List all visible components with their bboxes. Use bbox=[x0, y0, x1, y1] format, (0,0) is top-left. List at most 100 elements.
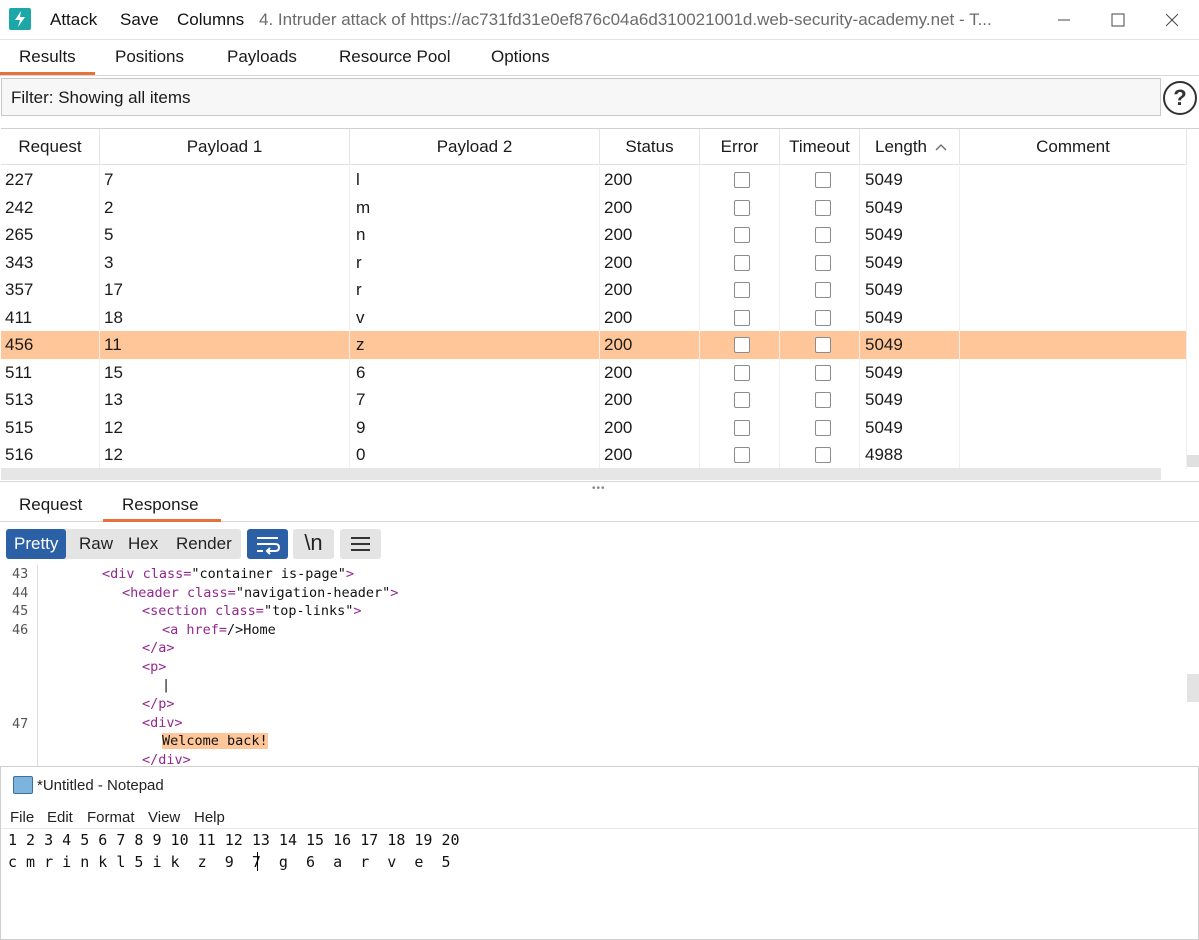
cell-p1: 17 bbox=[100, 276, 350, 304]
table-row[interactable]: 242 2 m 200 5049 bbox=[1, 193, 1187, 221]
cell-length: 5049 bbox=[860, 358, 960, 386]
timeout-checkbox[interactable] bbox=[815, 172, 831, 188]
cell-status: 200 bbox=[600, 166, 700, 194]
column-header-timeout[interactable]: Timeout bbox=[780, 129, 860, 165]
view-pretty-button[interactable]: Pretty bbox=[6, 529, 67, 559]
table-row[interactable]: 265 5 n 200 5049 bbox=[1, 221, 1187, 249]
table-row[interactable]: 515 12 9 200 5049 bbox=[1, 413, 1187, 441]
cell-p2: m bbox=[350, 193, 600, 221]
cell-request: 357 bbox=[1, 276, 100, 304]
code-token: <div bbox=[102, 566, 135, 582]
cell-length: 5049 bbox=[860, 331, 960, 359]
tab-payloads[interactable]: Payloads bbox=[227, 47, 297, 67]
cell-comment bbox=[960, 303, 1187, 331]
error-checkbox[interactable] bbox=[734, 309, 750, 326]
code-token: />Home bbox=[227, 622, 276, 638]
error-checkbox[interactable] bbox=[734, 447, 750, 463]
notepad-menu-format[interactable]: Format bbox=[87, 809, 135, 826]
menu-icon[interactable] bbox=[340, 529, 381, 559]
vertical-scrollbar[interactable] bbox=[1187, 455, 1199, 467]
tab-request[interactable]: Request bbox=[19, 495, 82, 515]
notepad-menu-help[interactable]: Help bbox=[194, 809, 225, 826]
timeout-checkbox[interactable] bbox=[815, 309, 831, 326]
table-row[interactable]: 357 17 r 200 5049 bbox=[1, 276, 1187, 304]
tab-response[interactable]: Response bbox=[122, 495, 199, 515]
minimize-button[interactable] bbox=[1044, 6, 1084, 34]
code-vertical-scrollbar[interactable] bbox=[1187, 674, 1199, 702]
error-checkbox[interactable] bbox=[734, 364, 750, 381]
table-row[interactable]: 511 15 6 200 5049 bbox=[1, 358, 1187, 386]
tab-positions[interactable]: Positions bbox=[115, 47, 184, 67]
filter-bar[interactable]: Filter: Showing all items bbox=[1, 78, 1161, 116]
column-header-error[interactable]: Error bbox=[700, 129, 780, 165]
maximize-button[interactable] bbox=[1098, 6, 1138, 34]
error-checkbox[interactable] bbox=[734, 392, 750, 408]
timeout-checkbox[interactable] bbox=[815, 392, 831, 408]
tab-results[interactable]: Results bbox=[19, 47, 76, 67]
error-checkbox[interactable] bbox=[734, 337, 750, 353]
notepad-menu-edit[interactable]: Edit bbox=[47, 809, 73, 826]
timeout-checkbox[interactable] bbox=[815, 227, 831, 243]
timeout-checkbox[interactable] bbox=[815, 447, 831, 463]
error-checkbox[interactable] bbox=[734, 172, 750, 188]
error-checkbox[interactable] bbox=[734, 419, 750, 436]
table-row[interactable]: 456 11 z 200 5049 bbox=[1, 331, 1187, 359]
cell-p2: r bbox=[350, 248, 600, 276]
timeout-checkbox[interactable] bbox=[815, 419, 831, 436]
cell-status: 200 bbox=[600, 248, 700, 276]
column-header-status[interactable]: Status bbox=[600, 129, 700, 165]
active-subtab-indicator bbox=[103, 519, 221, 522]
table-row[interactable]: 516 12 0 200 4988 bbox=[1, 441, 1187, 469]
cell-comment bbox=[960, 441, 1187, 469]
table-row[interactable]: 227 7 l 200 5049 bbox=[1, 166, 1187, 194]
column-header-payload-2[interactable]: Payload 2 bbox=[350, 129, 600, 165]
cell-timeout bbox=[780, 166, 860, 194]
timeout-checkbox[interactable] bbox=[815, 337, 831, 353]
help-icon[interactable]: ? bbox=[1163, 81, 1197, 115]
response-code-view[interactable]: 43 44 45 46 47 <div class="container is-… bbox=[0, 565, 1199, 766]
column-header-length[interactable]: Length bbox=[860, 129, 960, 165]
horizontal-scrollbar[interactable] bbox=[1, 468, 1161, 480]
table-row[interactable]: 411 18 v 200 5049 bbox=[1, 303, 1187, 331]
tab-options[interactable]: Options bbox=[491, 47, 550, 67]
timeout-checkbox[interactable] bbox=[815, 282, 831, 298]
error-checkbox[interactable] bbox=[734, 199, 750, 216]
error-checkbox[interactable] bbox=[734, 282, 750, 298]
view-raw-button[interactable]: Raw bbox=[71, 529, 121, 559]
menu-save[interactable]: Save bbox=[120, 10, 159, 30]
menu-attack[interactable]: Attack bbox=[50, 10, 97, 30]
table-row[interactable]: 513 13 7 200 5049 bbox=[1, 386, 1187, 414]
view-hex-button[interactable]: Hex bbox=[120, 529, 166, 559]
line-number: 44 bbox=[12, 585, 29, 601]
column-header-comment[interactable]: Comment bbox=[960, 129, 1187, 165]
column-header-payload-1[interactable]: Payload 1 bbox=[100, 129, 350, 165]
menu-columns[interactable]: Columns bbox=[177, 10, 244, 30]
cell-p1: 12 bbox=[100, 441, 350, 469]
tab-resource-pool[interactable]: Resource Pool bbox=[339, 47, 451, 67]
notepad-menu-file[interactable]: File bbox=[10, 809, 34, 826]
timeout-checkbox[interactable] bbox=[815, 254, 831, 271]
cell-p1: 15 bbox=[100, 358, 350, 386]
cell-error bbox=[700, 386, 780, 414]
error-checkbox[interactable] bbox=[734, 227, 750, 243]
error-checkbox[interactable] bbox=[734, 254, 750, 271]
view-render-button[interactable]: Render bbox=[168, 529, 240, 559]
cell-status: 200 bbox=[600, 331, 700, 359]
cell-request: 516 bbox=[1, 441, 100, 469]
pane-splitter[interactable]: ••• bbox=[0, 481, 1199, 494]
notepad-menu-view[interactable]: View bbox=[148, 809, 180, 826]
close-button[interactable] bbox=[1152, 6, 1192, 34]
notepad-text-area[interactable]: 1 2 3 4 5 6 7 8 9 10 11 12 13 14 15 16 1… bbox=[1, 829, 1198, 939]
cell-length: 5049 bbox=[860, 221, 960, 249]
table-row[interactable]: 343 3 r 200 5049 bbox=[1, 248, 1187, 276]
timeout-checkbox[interactable] bbox=[815, 364, 831, 381]
column-header-request[interactable]: Request bbox=[1, 129, 100, 165]
cell-request: 513 bbox=[1, 386, 100, 414]
newline-icon[interactable]: \n bbox=[293, 529, 334, 559]
wrap-icon[interactable] bbox=[247, 529, 288, 559]
code-line: <div> bbox=[142, 715, 183, 731]
cell-p1: 7 bbox=[100, 166, 350, 194]
notepad-line-1: 1 2 3 4 5 6 7 8 9 10 11 12 13 14 15 16 1… bbox=[8, 831, 460, 849]
code-token: class= bbox=[134, 566, 192, 582]
timeout-checkbox[interactable] bbox=[815, 199, 831, 216]
